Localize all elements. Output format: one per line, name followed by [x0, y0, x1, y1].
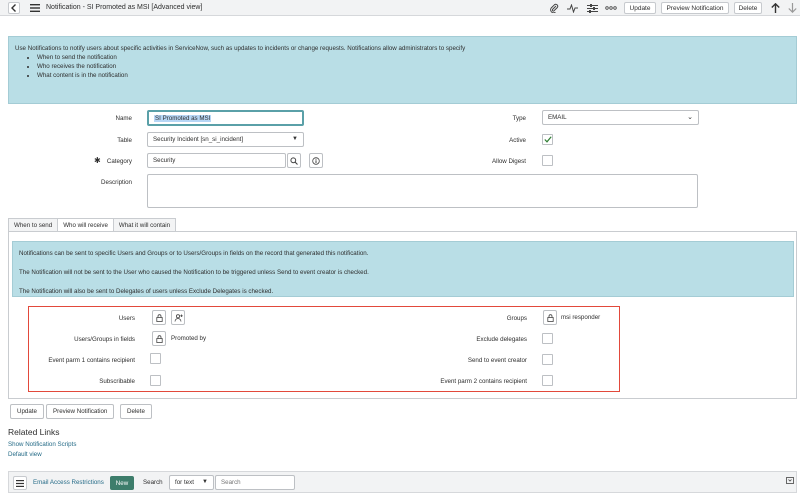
tab-when-to-send[interactable]: When to send [8, 218, 59, 232]
recipient-info-message: Notifications can be sent to specific Us… [12, 241, 794, 297]
tab-what-it-will-contain[interactable]: What it will contain [112, 218, 177, 232]
hamburger-icon [16, 479, 24, 487]
send-event-creator-label: Send to event creator [467, 357, 527, 364]
table-value: Security Incident [sn_si_incident] [153, 136, 244, 143]
add-user-icon [174, 313, 183, 322]
collapse-icon[interactable] [785, 475, 795, 485]
category-lookup-button[interactable] [287, 153, 301, 168]
attachment-icon[interactable] [548, 2, 560, 14]
name-input[interactable]: SI Promoted as MSI [147, 110, 304, 126]
preview-notification-button-top[interactable]: Preview Notification [661, 2, 729, 14]
subscribable-label: Subscribable [99, 378, 135, 385]
table-label: Table [117, 137, 132, 144]
type-select[interactable]: EMAIL ⌄ [542, 110, 699, 125]
show-notification-scripts-link[interactable]: Show Notification Scripts [8, 441, 76, 448]
info-intro: Use Notifications to notify users about … [15, 45, 466, 52]
related-links-title: Related Links [8, 427, 60, 437]
recipient-info-line: The Notification will also be sent to De… [19, 288, 274, 295]
event-parm1-label: Event parm 1 contains recipient [48, 357, 135, 364]
event-parm1-checkbox[interactable] [150, 353, 161, 364]
lock-icon [155, 313, 163, 322]
exclude-delegates-label: Exclude delegates [476, 336, 527, 343]
personalize-form-icon[interactable] [586, 2, 598, 14]
lock-icon [155, 334, 163, 343]
delete-button[interactable]: Delete [120, 404, 152, 419]
allow-digest-checkbox[interactable] [542, 155, 553, 166]
category-input[interactable]: Security [147, 153, 286, 168]
active-checkbox[interactable] [542, 134, 553, 145]
form-header: Notification - SI Promoted as MSI [Advan… [0, 0, 800, 16]
name-label: Name [115, 115, 132, 122]
type-label: Type [512, 115, 526, 122]
event-parm2-checkbox[interactable] [542, 375, 553, 386]
subscribable-checkbox[interactable] [150, 375, 161, 386]
delete-button-top[interactable]: Delete [734, 2, 762, 14]
description-textarea[interactable] [147, 174, 698, 208]
description-label: Description [101, 179, 132, 186]
search-icon [290, 156, 298, 165]
info-bullet: What content is in the notification [37, 71, 790, 80]
checkmark-icon [543, 136, 552, 143]
send-event-creator-checkbox[interactable] [542, 354, 553, 365]
tab-who-will-receive[interactable]: Who will receive [57, 218, 114, 232]
category-label: Category [106, 158, 132, 165]
arrow-down-icon[interactable] [786, 2, 798, 14]
hamburger-icon [30, 4, 40, 12]
arrow-up-icon[interactable] [769, 2, 781, 14]
search-field-select[interactable]: for text ▼ [169, 475, 214, 490]
name-value: SI Promoted as MSI [154, 114, 212, 122]
active-label: Active [509, 137, 526, 144]
allow-digest-label: Allow Digest [491, 158, 526, 165]
default-view-link[interactable]: Default view [8, 451, 42, 458]
groups-value: msi responder [561, 314, 601, 321]
exclude-delegates-checkbox[interactable] [542, 333, 553, 344]
caret-down-icon: ▼ [202, 479, 208, 485]
users-label: Users [118, 315, 135, 322]
activity-icon[interactable] [566, 2, 578, 14]
add-me-button[interactable] [171, 310, 185, 325]
users-groups-fields-label: Users/Groups in fields [74, 336, 135, 343]
context-menu-button[interactable] [29, 3, 41, 13]
section-tabs: When to send Who will receive What it wi… [8, 218, 177, 232]
related-list-bar: Email Access Restrictions New Search for… [8, 471, 797, 493]
search-label: Search [143, 479, 163, 486]
caret-down-icon: ▼ [292, 136, 298, 142]
lock-icon [546, 313, 554, 322]
search-field-value: for text [175, 479, 194, 486]
chevron-down-icon: ⌄ [687, 114, 693, 121]
info-bullet: Who receives the notification [37, 62, 790, 71]
recipient-info-line: The Notification will not be sent to the… [19, 269, 369, 276]
info-icon [312, 156, 320, 165]
new-button[interactable]: New [110, 476, 134, 490]
update-button[interactable]: Update [10, 404, 44, 419]
update-button-top[interactable]: Update [624, 2, 656, 14]
list-menu-button[interactable] [13, 476, 27, 490]
table-select[interactable]: Security Incident [sn_si_incident] ▼ [147, 132, 304, 147]
groups-unlock-button[interactable] [543, 310, 557, 325]
who-will-receive-panel: Notifications can be sent to specific Us… [8, 231, 797, 399]
category-value: Security [153, 157, 176, 164]
event-parm2-label: Event parm 2 contains recipient [440, 378, 527, 385]
notification-info-message: Use Notifications to notify users about … [8, 36, 797, 104]
users-groups-fields-value: Promoted by [171, 335, 207, 342]
info-bullets: When to send the notification Who receiv… [15, 53, 790, 80]
recipient-info-line: Notifications can be sent to specific Us… [19, 250, 369, 257]
users-groups-fields-unlock-button[interactable] [152, 331, 166, 346]
chevron-left-icon [11, 4, 16, 12]
search-input[interactable] [215, 475, 295, 490]
info-bullet: When to send the notification [37, 53, 790, 62]
preview-notification-button[interactable]: Preview Notification [46, 404, 115, 419]
groups-label: Groups [506, 315, 527, 322]
type-value: EMAIL [548, 114, 567, 121]
users-unlock-button[interactable] [152, 310, 166, 325]
category-info-button[interactable] [309, 153, 323, 168]
back-button[interactable] [8, 2, 20, 14]
email-access-restrictions-title[interactable]: Email Access Restrictions [33, 479, 104, 486]
more-options-icon[interactable] [605, 2, 617, 14]
form-title: Notification - SI Promoted as MSI [Advan… [46, 4, 203, 11]
